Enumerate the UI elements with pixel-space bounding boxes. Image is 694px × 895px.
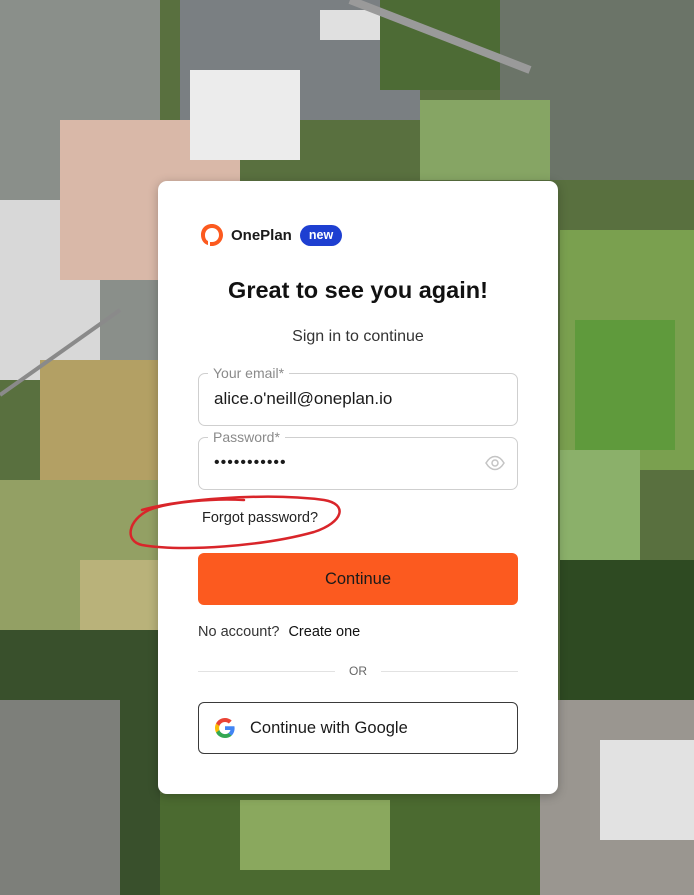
eye-icon[interactable]	[485, 455, 505, 471]
google-icon	[215, 718, 235, 738]
continue-button[interactable]: Continue	[198, 553, 518, 605]
signup-row: No account? Create one	[198, 624, 360, 640]
create-account-link[interactable]: Create one	[288, 624, 360, 640]
page-title: Great to see you again!	[228, 277, 488, 303]
password-label: Password*	[208, 429, 285, 445]
password-value[interactable]: •••••••••••	[214, 454, 287, 472]
password-field[interactable]: Password* •••••••••••	[198, 429, 518, 490]
brand: OnePlan new	[198, 221, 343, 249]
oneplan-logo-icon	[201, 224, 223, 246]
email-field[interactable]: Your email* alice.o'neill@oneplan.io	[198, 365, 518, 426]
login-card: OnePlan new Great to see you again! Sign…	[129, 181, 558, 794]
google-button-label: Continue with Google	[250, 718, 408, 737]
page-subtitle: Sign in to continue	[292, 328, 424, 345]
google-signin-button[interactable]: Continue with Google	[198, 702, 518, 754]
brand-name: OnePlan	[231, 226, 292, 244]
new-badge: new	[299, 224, 343, 246]
no-account-text: No account?	[198, 624, 280, 640]
email-label: Your email*	[208, 365, 290, 381]
divider-line-left	[198, 670, 335, 672]
divider-line-right	[381, 670, 518, 672]
email-value[interactable]: alice.o'neill@oneplan.io	[214, 389, 392, 409]
divider-text: OR	[349, 664, 367, 678]
forgot-password-link[interactable]: Forgot password?	[202, 510, 318, 526]
or-divider: OR	[198, 664, 518, 678]
